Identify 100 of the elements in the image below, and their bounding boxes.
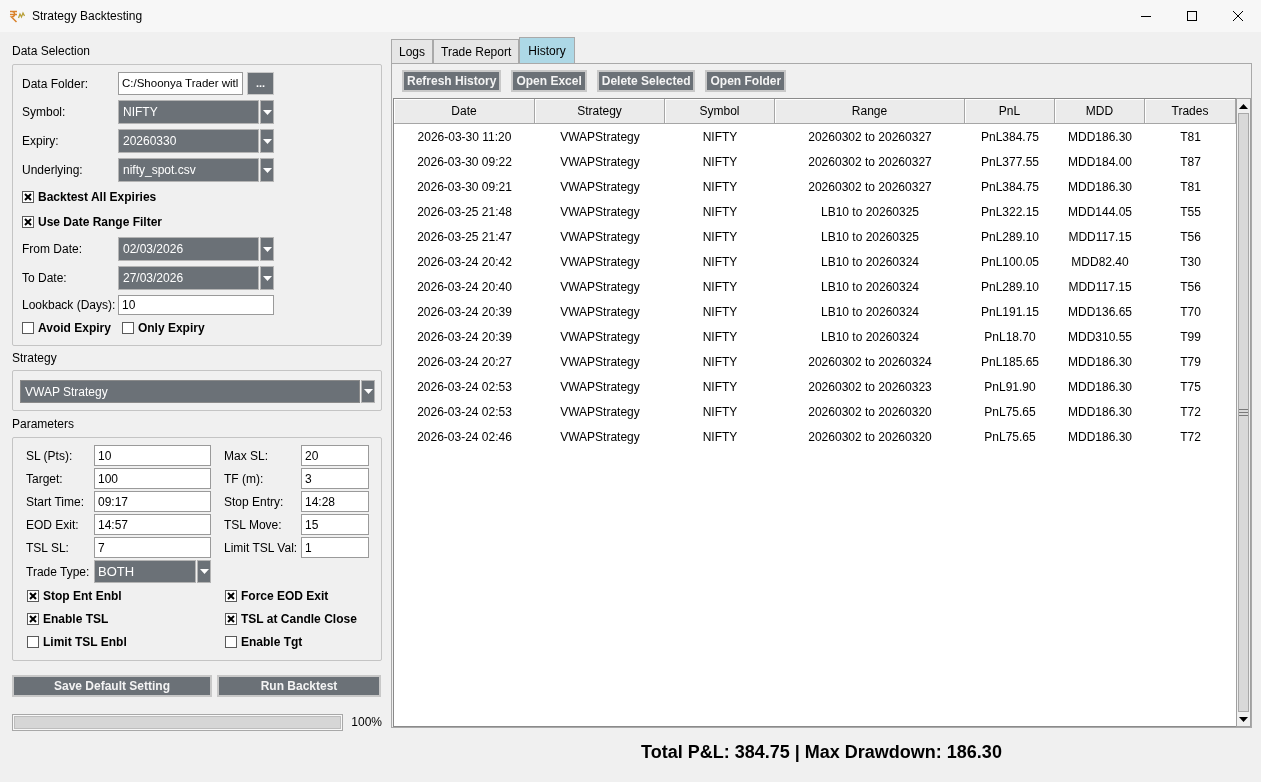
table-cell-text: PnL384.75 [979,178,1041,196]
table-cell-text: PnL185.65 [979,353,1041,371]
checkbox[interactable] [225,590,237,602]
table-cell-text: 2026-03-24 20:39 [416,303,513,321]
checkbox[interactable] [225,636,237,648]
text-field[interactable]: 15 [301,514,369,535]
action-button[interactable]: Run Backtest [217,675,381,697]
table-cell-text: PnL289.10 [979,278,1041,296]
table-cell-text: NIFTY [701,228,739,246]
text-field[interactable]: 100 [94,468,211,489]
caret-down-icon [363,389,373,394]
table-cell-text: 2026-03-24 20:42 [416,253,513,271]
checkbox-label: Limit TSL Enbl [43,634,127,651]
column-header[interactable]: Symbol [665,99,775,124]
table-cell-text: NIFTY [701,353,739,371]
field-label: Data Folder: [22,75,90,93]
table-cell-text: NIFTY [701,203,739,221]
checkbox[interactable] [121,322,134,334]
caret-down-icon [262,275,272,281]
toolbar-button[interactable]: Open Excel [511,70,587,92]
dropdown-button[interactable] [197,560,211,583]
table-cell-text: LB10 to 20260324 [819,328,921,346]
table-cell-text: T56 [1179,278,1202,296]
table-cell-text: MDD186.30 [1067,353,1133,371]
checkbox[interactable] [27,590,39,602]
text-field[interactable]: 1 [301,537,369,558]
text-field[interactable]: 20 [301,445,369,466]
dropdown-button[interactable] [260,266,274,290]
text-field[interactable]: 10 [118,295,274,315]
scrollbar-thumb[interactable] [1238,113,1249,712]
caret-down-icon [262,138,272,144]
browse-button[interactable]: ... [247,72,274,95]
text-field[interactable]: C:/Shoonya Trader witl [118,72,243,95]
table-cell-text: 2026-03-30 11:20 [416,128,513,146]
table-cell-text: 2026-03-24 20:39 [416,328,513,346]
checkbox[interactable] [27,636,39,648]
group-title: Data Selection [12,44,91,59]
dropdown-field[interactable]: 02/03/2026 [118,237,259,261]
dropdown-button[interactable] [260,237,274,261]
column-header[interactable]: Range [775,99,965,124]
table-cell-text: NIFTY [701,303,739,321]
text-field[interactable]: 09:17 [94,491,211,512]
action-button[interactable]: Save Default Setting [12,675,212,697]
text-field[interactable]: 10 [94,445,211,466]
column-header[interactable]: MDD [1055,99,1145,124]
column-header[interactable]: Trades [1145,99,1236,124]
text-field[interactable]: 14:28 [301,491,369,512]
checkbox-label: Enable Tgt [241,634,303,651]
table-cell-text: PnL75.65 [983,428,1037,446]
dropdown-field[interactable]: 20260330 [118,129,259,153]
tab[interactable]: History [519,37,575,63]
toolbar-button[interactable]: Open Folder [705,70,787,92]
table-cell-text: 20260302 to 20260327 [807,128,933,146]
table-cell-text: LB10 to 20260324 [819,278,921,296]
table-cell-text: MDD136.65 [1067,303,1133,321]
checkbox[interactable] [27,613,39,625]
checkbox[interactable] [22,322,34,334]
field-label: Start Time: [26,493,84,511]
toolbar-button[interactable]: Refresh History [402,70,502,92]
caret-down-icon [1239,716,1248,722]
tab[interactable]: Trade Report [433,39,520,63]
dropdown-button[interactable] [260,129,274,153]
checkbox-label: Stop Ent Enbl [43,588,122,605]
table-cell-text: PnL18.70 [983,328,1037,346]
table-cell-text: 20260302 to 20260324 [807,353,933,371]
checkbox[interactable] [22,216,34,228]
tab[interactable]: Logs [391,39,434,63]
text-field[interactable]: 14:57 [94,514,211,535]
dropdown-field[interactable]: VWAP Strategy [20,380,360,403]
table-cell-text: VWAPStrategy [559,178,641,196]
dropdown-field[interactable]: 27/03/2026 [118,266,259,290]
table-cell-text: PnL75.65 [983,403,1037,421]
column-header[interactable]: Strategy [535,99,665,124]
table-cell-text: 20260302 to 20260320 [807,403,933,421]
table-cell-text: T87 [1179,153,1202,171]
table-cell-text: VWAPStrategy [559,303,641,321]
progress-reading: 100% [351,714,382,731]
table-cell-text: VWAPStrategy [559,153,641,171]
table-cell-text: T79 [1179,353,1202,371]
dropdown-button[interactable] [260,158,274,182]
checkbox[interactable] [225,613,237,625]
checkbox-label: Use Date Range Filter [38,214,163,231]
column-header[interactable]: PnL [965,99,1055,124]
column-header[interactable]: Date [394,99,535,124]
table-cell-text: VWAPStrategy [559,203,641,221]
table-cell-text: T55 [1179,203,1202,221]
checkbox[interactable] [22,191,34,203]
dropdown-field[interactable]: nifty_spot.csv [118,158,259,182]
dropdown-field[interactable]: NIFTY [118,100,259,124]
text-field[interactable]: 7 [94,537,211,558]
text-field[interactable]: 3 [301,468,369,489]
table-cell-text: T56 [1179,228,1202,246]
toolbar-button[interactable]: Delete Selected [596,70,696,92]
dropdown-button[interactable] [260,100,274,124]
table-cell-text: MDD186.30 [1067,428,1133,446]
table-cell-text: MDD184.00 [1067,153,1133,171]
dropdown-field[interactable]: BOTH [94,560,196,583]
dropdown-button[interactable] [361,380,375,403]
table-cell-text: 2026-03-24 02:53 [416,378,513,396]
table-cell-text: 2026-03-30 09:21 [416,178,513,196]
